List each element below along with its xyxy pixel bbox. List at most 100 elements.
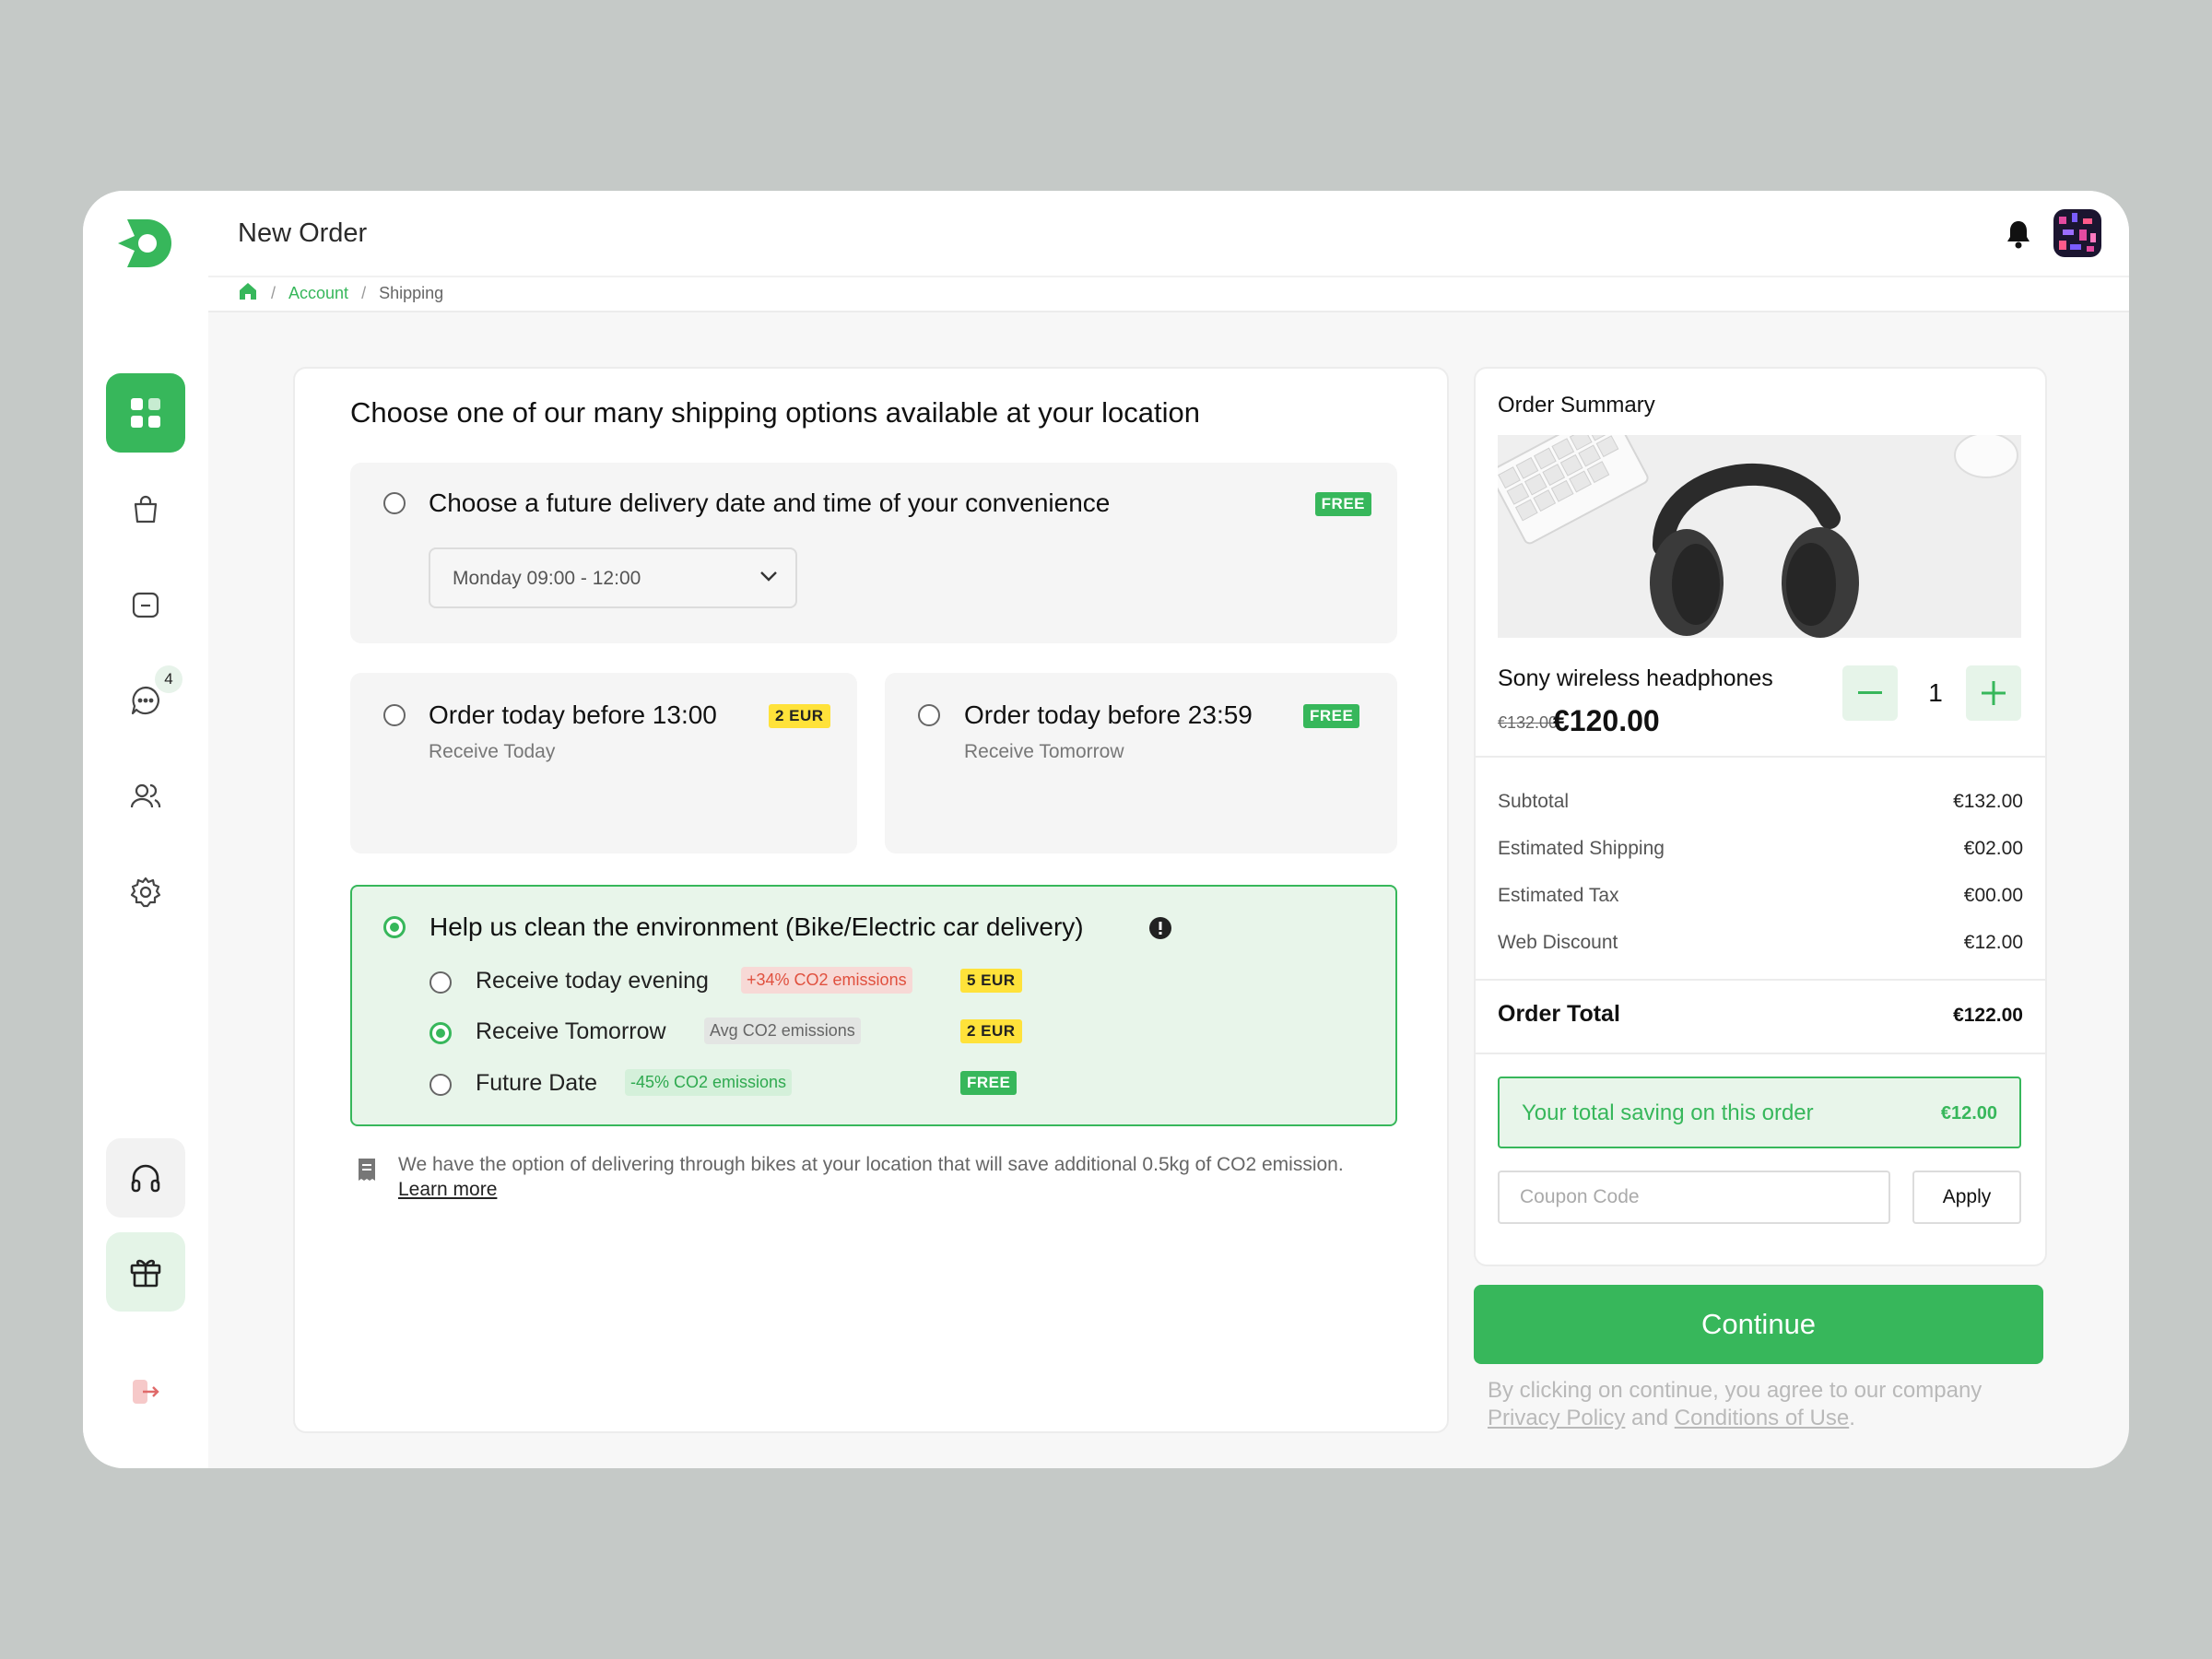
top-bar: New Order / Account / Shipping bbox=[208, 191, 2129, 312]
sidebar-item-logout[interactable] bbox=[106, 1352, 185, 1431]
total-saving-banner: Your total saving on this order €12.00 bbox=[1498, 1077, 2021, 1148]
privacy-policy-link[interactable]: Privacy Policy bbox=[1488, 1406, 1625, 1430]
radio-order-today[interactable] bbox=[383, 704, 406, 726]
sidebar-item-gifts[interactable] bbox=[106, 1232, 185, 1312]
sidebar-item-dashboard[interactable] bbox=[106, 373, 185, 453]
order-summary-card: Order Summary Sony wireless headphones €… bbox=[1474, 367, 2047, 1266]
shipping-card: Choose one of our many shipping options … bbox=[293, 367, 1449, 1433]
grid-icon bbox=[131, 398, 160, 428]
tax-label: Estimated Tax bbox=[1498, 885, 1619, 906]
order-total-value: €122.00 bbox=[1953, 1005, 2023, 1026]
decrease-quantity-button[interactable] bbox=[1842, 665, 1898, 721]
subtotal-value: €132.00 bbox=[1953, 791, 2023, 812]
legal-and: and bbox=[1631, 1406, 1669, 1430]
radio-eco-delivery[interactable] bbox=[383, 916, 406, 938]
gear-icon bbox=[130, 877, 161, 908]
breadcrumb-separator: / bbox=[361, 283, 367, 302]
shipping-value: €02.00 bbox=[1963, 838, 2023, 859]
plus-icon bbox=[1982, 681, 2006, 705]
tax-value: €00.00 bbox=[1963, 885, 2023, 906]
continue-button[interactable]: Continue bbox=[1474, 1285, 2043, 1364]
option-subtitle: Receive Today bbox=[429, 741, 556, 762]
old-price: €132.00 bbox=[1498, 713, 1559, 732]
order-total-label: Order Total bbox=[1498, 1001, 1620, 1027]
option-order-tomorrow[interactable]: Order today before 23:59 Receive Tomorro… bbox=[885, 673, 1397, 853]
option-eco-delivery[interactable]: Help us clean the environment (Bike/Elec… bbox=[350, 885, 1397, 1126]
price-tag: FREE bbox=[1314, 492, 1371, 516]
shopping-bag-icon bbox=[134, 495, 158, 524]
option-title: Order today before 23:59 bbox=[964, 700, 1253, 729]
apply-coupon-button[interactable]: Apply bbox=[1912, 1171, 2021, 1224]
headphones-icon bbox=[131, 1164, 160, 1193]
chat-icon bbox=[131, 686, 159, 715]
quantity-value: 1 bbox=[1928, 678, 1943, 707]
eco-option-label: Future Date bbox=[476, 1070, 598, 1096]
radio-eco-today-evening[interactable] bbox=[429, 971, 452, 994]
sidebar-item-documents[interactable] bbox=[106, 565, 185, 644]
subtotal-label: Subtotal bbox=[1498, 791, 1570, 812]
info-icon[interactable] bbox=[1148, 916, 1172, 945]
price-tag: 2 EUR bbox=[960, 1019, 1022, 1043]
radio-future-delivery[interactable] bbox=[383, 492, 406, 514]
breadcrumb-current: Shipping bbox=[379, 283, 444, 302]
option-title: Choose a future delivery date and time o… bbox=[429, 488, 1111, 517]
folder-icon bbox=[132, 592, 159, 618]
receipt-icon bbox=[356, 1157, 378, 1187]
chevron-down-icon bbox=[760, 571, 777, 582]
eco-option-label: Receive Tomorrow bbox=[476, 1018, 666, 1044]
radio-eco-future-date[interactable] bbox=[429, 1074, 452, 1096]
divider bbox=[1476, 756, 2045, 758]
sidebar: 4 bbox=[83, 191, 208, 1468]
sidebar-item-support[interactable] bbox=[106, 1138, 185, 1218]
sidebar-item-shop[interactable] bbox=[106, 469, 185, 548]
current-price: €120.00 bbox=[1553, 704, 1660, 737]
sidebar-item-settings[interactable] bbox=[106, 853, 185, 932]
learn-more-link[interactable]: Learn more bbox=[398, 1179, 497, 1200]
conditions-of-use-link[interactable]: Conditions of Use bbox=[1675, 1406, 1849, 1430]
price-tag: 2 EUR bbox=[769, 704, 830, 728]
avatar[interactable] bbox=[2053, 209, 2101, 257]
legal-period: . bbox=[1849, 1406, 1855, 1430]
coupon-code-input[interactable] bbox=[1498, 1171, 1890, 1224]
users-icon bbox=[130, 783, 161, 808]
option-subtitle: Receive Tomorrow bbox=[964, 741, 1124, 762]
order-summary-title: Order Summary bbox=[1498, 393, 1655, 418]
sidebar-item-users[interactable] bbox=[106, 757, 185, 836]
radio-order-tomorrow[interactable] bbox=[918, 704, 940, 726]
app-window: 4 New Order / Account / Shipping Choose … bbox=[83, 191, 2129, 1468]
increase-quantity-button[interactable] bbox=[1966, 665, 2021, 721]
bike-delivery-note: We have the option of delivering through… bbox=[398, 1152, 1375, 1202]
messages-badge: 4 bbox=[155, 665, 182, 693]
product-name: Sony wireless headphones bbox=[1498, 665, 1773, 691]
option-title: Order today before 13:00 bbox=[429, 700, 717, 729]
minus-icon bbox=[1858, 691, 1882, 694]
home-icon[interactable] bbox=[238, 281, 258, 306]
breadcrumb-separator: / bbox=[271, 283, 276, 302]
title-bar: New Order bbox=[208, 191, 2129, 277]
co2-badge: Avg CO2 emissions bbox=[704, 1018, 861, 1044]
radio-eco-tomorrow[interactable] bbox=[429, 1022, 452, 1044]
logo bbox=[114, 214, 175, 275]
select-value: Monday 09:00 - 12:00 bbox=[453, 568, 641, 589]
option-future-delivery[interactable]: Choose a future delivery date and time o… bbox=[350, 463, 1397, 643]
notification-button[interactable] bbox=[2005, 218, 2032, 250]
breadcrumb: / Account / Shipping bbox=[238, 279, 443, 307]
page-title: New Order bbox=[238, 218, 368, 248]
discount-value: €12.00 bbox=[1963, 932, 2023, 953]
price-tag: 5 EUR bbox=[960, 969, 1022, 993]
saving-label: Your total saving on this order bbox=[1522, 1100, 1814, 1125]
legal-prefix: By clicking on continue, you agree to ou… bbox=[1488, 1378, 1983, 1403]
shipping-label: Estimated Shipping bbox=[1498, 838, 1665, 859]
price-tag: FREE bbox=[1303, 704, 1360, 728]
logout-icon bbox=[133, 1380, 159, 1404]
delivery-time-select[interactable]: Monday 09:00 - 12:00 bbox=[429, 547, 797, 608]
shipping-heading: Choose one of our many shipping options … bbox=[350, 396, 1200, 429]
gift-icon bbox=[130, 1259, 161, 1288]
breadcrumb-account[interactable]: Account bbox=[288, 284, 348, 303]
co2-badge: -45% CO2 emissions bbox=[625, 1069, 793, 1096]
bell-icon bbox=[2007, 221, 2030, 249]
saving-value: €12.00 bbox=[1940, 1103, 1997, 1124]
product-image bbox=[1498, 435, 2021, 638]
option-order-today[interactable]: Order today before 13:00 Receive Today 2… bbox=[350, 673, 857, 853]
eco-option-label: Receive today evening bbox=[476, 968, 709, 994]
